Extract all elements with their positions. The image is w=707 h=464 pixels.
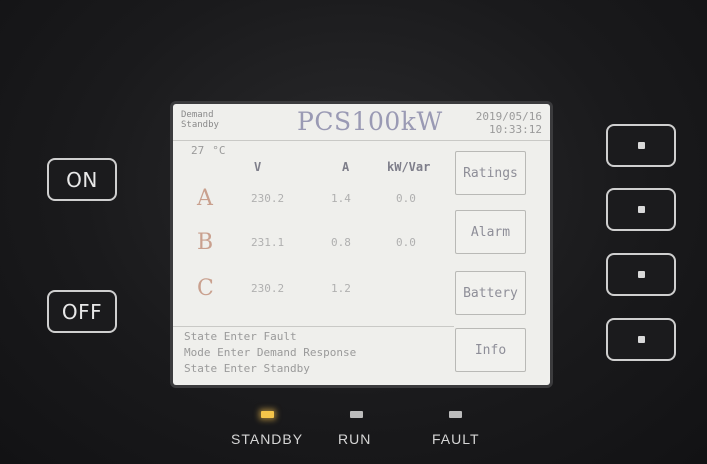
phase-c-voltage: 230.2 — [251, 282, 285, 295]
soft-key-2-button[interactable] — [606, 188, 676, 231]
page-title: PCS100kW — [297, 107, 443, 136]
ratings-button[interactable]: Ratings — [455, 151, 526, 195]
run-label: RUN — [338, 431, 372, 447]
off-button[interactable]: OFF — [47, 290, 117, 333]
event-log: State Enter Fault Mode Enter Demand Resp… — [184, 329, 356, 377]
square-dot-icon — [637, 206, 645, 213]
temperature-value: 27 — [191, 144, 205, 157]
status-mode: Demand — [181, 110, 214, 120]
phase-label-c: C — [197, 276, 214, 301]
run-led — [350, 411, 363, 418]
temperature-readout: 27 °C — [191, 144, 234, 157]
phase-label-a: A — [197, 186, 213, 211]
log-entry: Mode Enter Demand Response — [184, 346, 357, 359]
alarm-button[interactable]: Alarm — [455, 210, 526, 254]
square-dot-icon — [637, 142, 645, 149]
column-header-voltage: V — [254, 160, 262, 174]
phase-a-power: 0.0 — [396, 192, 416, 205]
phase-b-power: 0.0 — [396, 236, 416, 249]
info-button[interactable]: Info — [455, 328, 526, 372]
fault-led — [449, 411, 462, 418]
log-divider — [173, 326, 454, 327]
soft-key-4-button[interactable] — [606, 318, 676, 361]
time-text: 10:33:12 — [489, 123, 542, 136]
phase-c-current: 1.2 — [331, 282, 351, 295]
soft-key-1-button[interactable] — [606, 124, 676, 167]
temperature-unit: °C — [212, 144, 226, 157]
standby-led — [261, 411, 274, 418]
square-dot-icon — [637, 336, 645, 343]
phase-a-voltage: 230.2 — [251, 192, 285, 205]
datetime: 2019/05/16 10:33:12 — [476, 110, 542, 136]
status-text: Demand Standby — [181, 110, 219, 130]
standby-label: STANDBY — [231, 431, 304, 447]
phase-a-current: 1.4 — [331, 192, 351, 205]
square-dot-icon — [637, 271, 645, 278]
status-state: Standby — [181, 120, 219, 130]
header-divider — [173, 140, 550, 141]
column-header-power: kW/Var — [387, 160, 431, 174]
on-button[interactable]: ON — [47, 158, 117, 201]
phase-label-b: B — [197, 230, 214, 255]
battery-button[interactable]: Battery — [455, 271, 526, 315]
column-header-current: A — [342, 160, 350, 174]
fault-label: FAULT — [432, 431, 480, 447]
phase-b-current: 0.8 — [331, 236, 351, 249]
soft-key-3-button[interactable] — [606, 253, 676, 296]
date-text: 2019/05/16 — [475, 110, 542, 123]
phase-b-voltage: 231.1 — [251, 236, 285, 249]
log-entry: State Enter Fault — [184, 330, 297, 343]
lcd-screen: Demand Standby PCS100kW 2019/05/16 10:33… — [173, 104, 550, 385]
log-entry: State Enter Standby — [184, 362, 310, 375]
device-front-panel: ON OFF Demand Standby PCS100kW 2019/05/1… — [0, 0, 707, 464]
